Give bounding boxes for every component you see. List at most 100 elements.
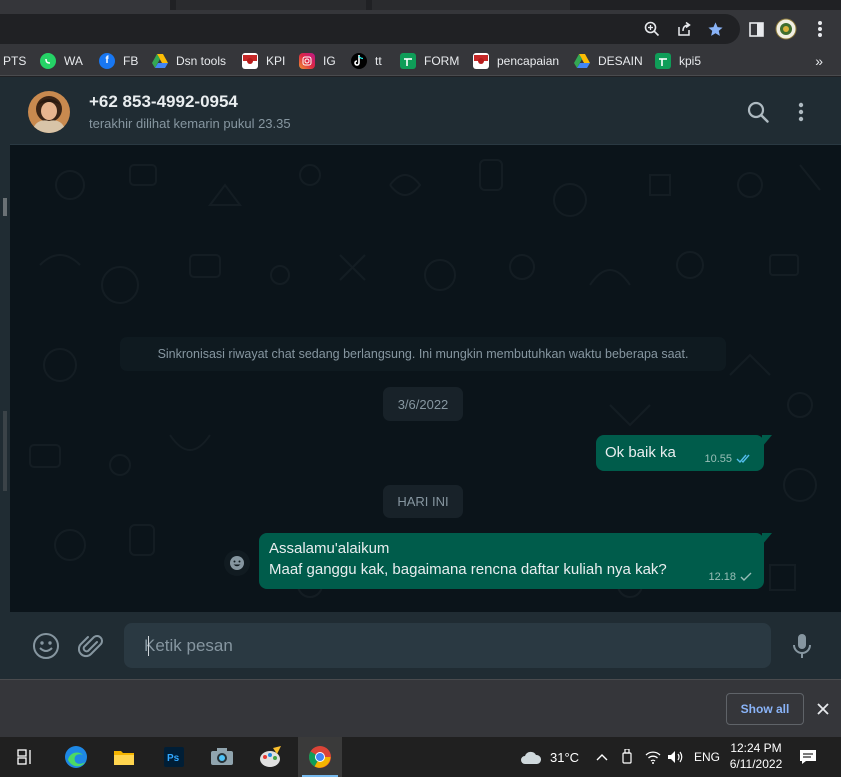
cloud-icon — [521, 751, 542, 764]
facebook-icon: f — [99, 52, 115, 69]
bookmark-label: Dsn tools — [176, 53, 227, 68]
bookmark-label: KPI — [266, 53, 286, 68]
bookmark-label: FB — [123, 53, 139, 68]
scrollbar-thumb[interactable] — [3, 198, 7, 216]
edge-browser-icon[interactable] — [54, 737, 98, 777]
paint-icon[interactable] — [249, 737, 293, 777]
chat-header[interactable]: +62 853-4992-0954 terakhir dilihat kemar… — [10, 77, 841, 145]
contact-avatar[interactable] — [28, 91, 70, 133]
browser-tab[interactable] — [0, 0, 170, 10]
bookmark-item[interactable]: kpi5 — [655, 46, 701, 76]
volume-icon[interactable] — [667, 737, 684, 777]
double-check-read-icon — [736, 454, 750, 464]
instagram-icon — [299, 52, 315, 69]
bookmark-label: FORM — [424, 53, 460, 68]
contact-name[interactable]: +62 853-4992-0954 — [89, 92, 238, 112]
bookmark-item[interactable]: pencapaian — [473, 46, 559, 76]
system-clock[interactable]: 12:24 PM 6/11/2022 — [722, 740, 790, 772]
more-options-icon[interactable] — [789, 100, 813, 124]
sheets-icon — [655, 52, 671, 69]
bookmark-item[interactable]: KPI — [242, 46, 285, 76]
bookmark-item[interactable]: Dsn tools — [152, 46, 226, 76]
bookmark-label: kpi5 — [679, 53, 702, 68]
whatsapp-web-page: +62 853-4992-0954 terakhir dilihat kemar… — [0, 77, 841, 679]
scrollbar-track — [3, 411, 7, 491]
input-language[interactable]: ENG — [694, 737, 720, 777]
close-icon[interactable] — [814, 700, 832, 718]
download-bar: Show all — [0, 679, 841, 737]
single-check-icon — [740, 572, 752, 581]
browser-tab-strip — [0, 0, 841, 10]
bookmark-label: DESAIN — [598, 53, 643, 68]
bookmark-item[interactable]: tt — [351, 46, 382, 76]
attach-icon[interactable] — [77, 632, 105, 660]
bookmark-item[interactable]: DESAIN — [574, 46, 643, 76]
message-text: Maaf ganggu kak, bagaimana rencna daftar… — [269, 561, 667, 578]
clock-time: 12:24 PM — [730, 741, 782, 755]
browser-menu-icon[interactable] — [809, 18, 831, 40]
last-seen-status: terakhir dilihat kemarin pukul 23.35 — [89, 116, 291, 131]
sheets-icon — [400, 52, 416, 69]
notification-center-icon[interactable] — [799, 737, 817, 777]
side-panel-icon[interactable] — [745, 18, 767, 40]
bookmark-item[interactable]: FORM — [400, 46, 459, 76]
message-input[interactable] — [124, 623, 771, 668]
task-view-icon[interactable] — [4, 737, 48, 777]
date-separator: 3/6/2022 — [383, 387, 463, 421]
outgoing-message[interactable]: Assalamu'alaikum Maaf ganggu kak, bagaim… — [259, 533, 772, 589]
show-all-button[interactable]: Show all — [726, 693, 804, 725]
bookmark-label: tt — [375, 53, 382, 68]
message-text: Assalamu'alaikum — [269, 540, 390, 557]
tiktok-icon — [351, 52, 367, 69]
bookmark-label: PTS — [3, 53, 27, 68]
profile-avatar[interactable] — [775, 18, 797, 40]
message-text: Ok baik ka — [605, 444, 676, 461]
zoom-icon[interactable] — [641, 18, 663, 40]
message-list[interactable]: Sinkronisasi riwayat chat sedang berlang… — [10, 145, 841, 612]
bookmark-label: IG — [323, 53, 336, 68]
bookmarks-bar: PTS WA f FB Dsn tools KPI IG tt FORM pen… — [0, 46, 841, 76]
usb-device-icon[interactable] — [621, 737, 633, 777]
reaction-emoji-icon[interactable] — [224, 550, 250, 576]
file-explorer-icon[interactable] — [102, 737, 146, 777]
bookmark-item[interactable]: PTS — [3, 46, 26, 76]
share-icon[interactable] — [673, 18, 695, 40]
windows-taskbar: Ps 31°C ENG 12:24 PM 6/11/2022 — [0, 737, 841, 777]
weather-temperature: 31°C — [550, 749, 580, 765]
clock-date: 6/11/2022 — [729, 757, 783, 771]
browser-tab[interactable] — [372, 0, 570, 10]
date-separator: HARI INI — [383, 485, 463, 518]
photoshop-icon[interactable]: Ps — [152, 737, 196, 777]
address-bar — [0, 10, 841, 46]
bookmark-star-icon[interactable] — [704, 18, 726, 40]
sync-notice: Sinkronisasi riwayat chat sedang berlang… — [120, 337, 726, 371]
chrome-browser-icon[interactable] — [298, 737, 342, 777]
bookmark-label: WA — [64, 53, 83, 68]
text-cursor — [148, 636, 149, 656]
browser-tab[interactable] — [176, 0, 366, 10]
microphone-icon[interactable] — [788, 632, 816, 660]
message-time: 12.18 — [708, 571, 736, 583]
bubble-tail — [762, 533, 772, 545]
bookmark-label: pencapaian — [497, 53, 560, 68]
bookmark-item[interactable]: IG — [299, 46, 336, 76]
drive-icon — [152, 53, 168, 69]
message-meta: 10.55 — [704, 453, 752, 465]
whatsapp-icon — [40, 52, 56, 69]
camera-icon[interactable] — [200, 737, 244, 777]
message-time: 10.55 — [704, 453, 732, 465]
bookmark-item[interactable]: WA — [40, 46, 83, 76]
outgoing-message[interactable]: Ok baik ka 10.55 — [596, 435, 772, 471]
left-panel-edge — [0, 77, 10, 679]
show-hidden-icons-icon[interactable] — [596, 737, 608, 777]
wifi-icon[interactable] — [645, 737, 661, 777]
bubble-tail — [762, 435, 772, 447]
url-field[interactable] — [0, 14, 740, 44]
emoji-icon[interactable] — [32, 632, 60, 660]
bookmarks-overflow-button[interactable]: » — [815, 46, 823, 76]
drive-icon — [574, 53, 590, 69]
bookmark-item[interactable]: f FB — [99, 46, 138, 76]
search-icon[interactable] — [746, 100, 770, 124]
flag-icon — [242, 52, 258, 69]
weather-widget[interactable]: 31°C — [520, 737, 579, 777]
